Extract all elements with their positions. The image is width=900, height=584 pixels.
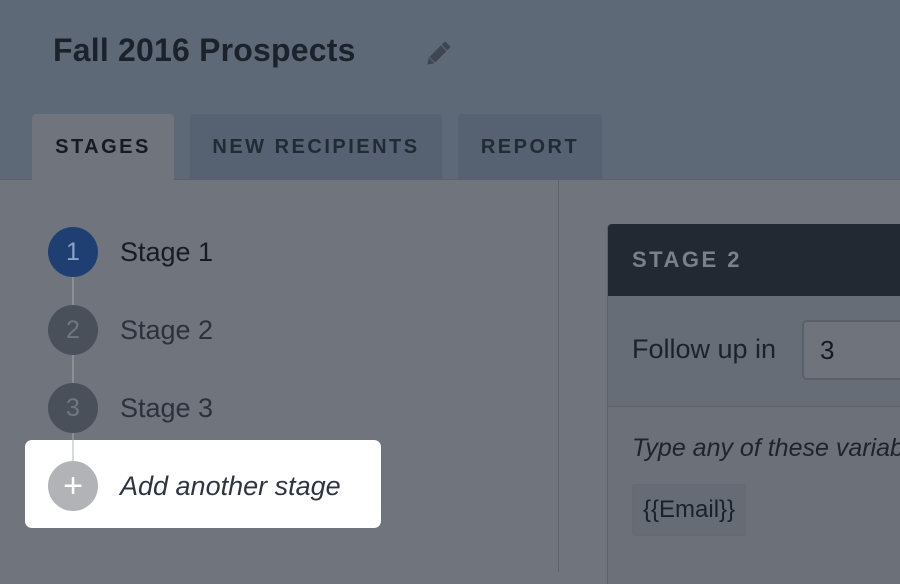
tab-new-recipients[interactable]: NEW RECIPIENTS [190, 114, 442, 180]
page-title: Fall 2016 Prospects [53, 32, 356, 68]
follow-up-row: Follow up in [608, 296, 900, 407]
stage-item-2[interactable]: 2 Stage 2 [48, 305, 213, 355]
stage-item-1[interactable]: 1 Stage 1 [48, 227, 213, 277]
plus-icon: + [48, 461, 98, 511]
tab-stages[interactable]: STAGES [32, 114, 174, 180]
stage-label: Stage 3 [120, 392, 214, 423]
stage-item-3[interactable]: 3 Stage 3 [48, 383, 213, 433]
active-tab-connector [32, 178, 174, 181]
stage-number-badge: 1 [48, 227, 98, 277]
add-stage-connector [72, 440, 74, 462]
column-divider [558, 180, 559, 572]
stage-number-badge: 3 [48, 383, 98, 433]
stage-editor-panel: STAGE 2 Follow up in Type any of these v… [608, 224, 900, 584]
add-stage-button[interactable]: + Add another stage [48, 461, 341, 511]
stage-label: Stage 1 [120, 236, 214, 267]
panel-title: STAGE 2 [608, 224, 900, 296]
tab-report[interactable]: REPORT [458, 114, 602, 180]
page-header: Fall 2016 Prospects STAGES NEW RECIPIENT… [0, 0, 900, 180]
stage-label: Stage 2 [120, 314, 214, 345]
variable-chip-email[interactable]: {{Email}} [632, 484, 747, 536]
stage-number-badge: 2 [48, 305, 98, 355]
follow-up-label: Follow up in [632, 334, 777, 364]
variables-hint: Type any of these variab [632, 434, 900, 462]
add-stage-label: Add another stage [120, 470, 341, 501]
follow-up-days-input[interactable] [802, 320, 900, 380]
pencil-icon[interactable] [422, 38, 454, 70]
